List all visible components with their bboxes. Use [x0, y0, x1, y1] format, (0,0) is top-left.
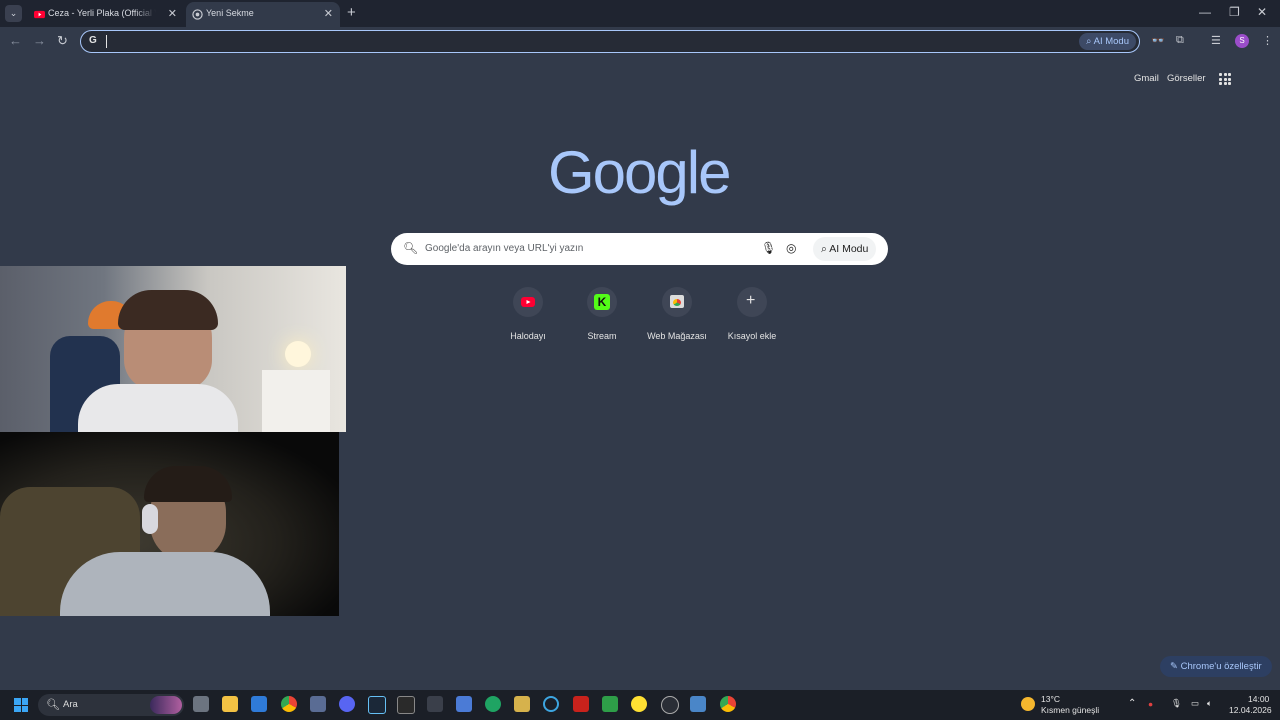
- weather-desc: Kısmen güneşli: [1041, 705, 1100, 715]
- microphone-icon[interactable]: 🎙︎: [761, 241, 776, 255]
- shortcut-label: Stream: [587, 331, 617, 341]
- restore-icon[interactable]: ❐: [1229, 5, 1240, 19]
- shortcut-stream[interactable]: K Stream: [567, 287, 637, 341]
- omnibox-ai-mode-button[interactable]: ⌕ AI Modu: [1079, 33, 1136, 50]
- steam-icon[interactable]: [368, 696, 386, 714]
- tab-search-chevron-icon[interactable]: ⌄: [5, 5, 22, 22]
- tab-close-icon[interactable]: ✕: [168, 7, 177, 20]
- search-highlight-art-icon: [150, 696, 182, 714]
- shortcut-icon-circle: K: [587, 287, 617, 317]
- tray-app-icon[interactable]: ●: [1148, 699, 1153, 709]
- taskbar-search-label: Ara: [63, 699, 78, 710]
- address-bar[interactable]: G ⌕ AI Modu: [80, 30, 1140, 53]
- search-icon: 🔍︎: [46, 699, 60, 711]
- new-tab-plus-icon[interactable]: +: [347, 4, 356, 21]
- weather-temp: 13°C: [1041, 694, 1060, 704]
- back-arrow-icon[interactable]: ←: [9, 33, 22, 48]
- app-icon[interactable]: [631, 696, 647, 712]
- webcam-overlay-bottom: [0, 432, 339, 616]
- network-icon[interactable]: ▭: [1191, 698, 1199, 709]
- shortcut-icon-circle: [662, 287, 692, 317]
- web-store-icon: [670, 295, 684, 308]
- more-menu-icon[interactable]: ⋮: [1262, 34, 1273, 47]
- search-icon: 🔍︎: [403, 241, 419, 255]
- forward-arrow-icon[interactable]: →: [33, 33, 46, 48]
- file-explorer-icon[interactable]: [222, 696, 238, 712]
- ai-mode-sparkle-icon: ⌕: [1086, 36, 1092, 47]
- incognito-glasses-icon[interactable]: 👓: [1151, 34, 1165, 47]
- weather-sun-icon: [1021, 697, 1035, 711]
- app-icon[interactable]: [690, 696, 706, 712]
- google-logo: Google: [548, 139, 731, 206]
- images-link[interactable]: Görseller: [1167, 73, 1206, 84]
- search-ai-mode-button[interactable]: ⌕ AI Modu: [813, 237, 877, 261]
- microphone-icon[interactable]: 🎙︎: [1171, 698, 1182, 709]
- shortcut-icon-circle: [513, 287, 543, 317]
- chrome-favicon-icon: [192, 9, 203, 20]
- youtube-favicon-icon: [34, 10, 45, 19]
- taskbar-search[interactable]: 🔍︎ Ara: [38, 694, 184, 716]
- window-close-icon[interactable]: ✕: [1257, 5, 1267, 19]
- pdf-icon[interactable]: [573, 696, 589, 712]
- shortcut-label: Halodayı: [510, 331, 546, 341]
- media-controls-icon[interactable]: ☰: [1211, 34, 1221, 47]
- tab-title: Ceza - Yerli Plaka (Official Video): [48, 8, 156, 18]
- gmail-link[interactable]: Gmail: [1134, 73, 1159, 84]
- video-editor-icon[interactable]: [427, 696, 443, 712]
- extensions-puzzle-icon[interactable]: ⧉: [1176, 34, 1184, 47]
- clock-time[interactable]: 14:00: [1248, 694, 1269, 704]
- chrome-profile-icon[interactable]: [720, 696, 736, 712]
- profile-avatar[interactable]: S: [1235, 34, 1249, 48]
- microsoft-store-icon[interactable]: [251, 696, 267, 712]
- google-g-icon: G: [89, 35, 97, 46]
- search-box[interactable]: 🔍︎ Google'da arayın veya URL'yi yazın 🎙︎…: [391, 233, 888, 265]
- tab-new-tab[interactable]: Yeni Sekme ✕: [186, 2, 340, 27]
- pencil-icon: ✎: [1170, 661, 1178, 672]
- app-icon[interactable]: [456, 696, 472, 712]
- customize-chrome-label: Chrome'u özelleştir: [1180, 661, 1262, 672]
- kick-logo-icon: K: [594, 294, 610, 310]
- search-placeholder: Google'da arayın veya URL'yi yazın: [425, 243, 584, 254]
- discord-icon[interactable]: [339, 696, 355, 712]
- search-ai-mode-label: AI Modu: [829, 243, 869, 255]
- webcam-overlay-top: [0, 266, 346, 432]
- shortcut-icon-circle: +: [737, 287, 767, 317]
- text-caret: [106, 35, 107, 48]
- clock-date[interactable]: 12.04.2026: [1229, 705, 1272, 715]
- shortcut-label: Kısayol ekle: [727, 331, 777, 341]
- folder-icon[interactable]: [514, 696, 530, 712]
- minimize-icon[interactable]: —: [1199, 5, 1211, 19]
- add-plus-icon: +: [746, 292, 756, 309]
- task-view-icon[interactable]: [193, 696, 209, 712]
- chrome-icon[interactable]: [281, 696, 297, 712]
- epic-games-icon[interactable]: [397, 696, 415, 714]
- xbox-icon[interactable]: [485, 696, 501, 712]
- shortcut-label: Web Mağazası: [647, 331, 707, 341]
- google-lens-icon[interactable]: ◎: [786, 241, 796, 255]
- youtube-icon: [521, 297, 535, 307]
- browser-toolbar: ← → ↻ G ⌕ AI Modu 👓 ⧉ ☰ ⋮: [0, 27, 1280, 56]
- omnibox-ai-mode-label: AI Modu: [1093, 36, 1129, 47]
- tray-chevron-icon[interactable]: ⌃: [1128, 698, 1136, 709]
- tab-title: Yeni Sekme: [206, 8, 254, 18]
- shortcut-add[interactable]: + Kısayol ekle: [717, 287, 787, 341]
- windows-start-icon[interactable]: [14, 698, 28, 712]
- app-icon[interactable]: [310, 696, 326, 712]
- ccleaner-icon[interactable]: [543, 696, 559, 712]
- shortcut-web-store[interactable]: Web Mağazası: [642, 287, 712, 341]
- tab-close-icon[interactable]: ✕: [324, 7, 333, 20]
- google-apps-grid-icon[interactable]: [1219, 73, 1231, 85]
- reload-icon[interactable]: ↻: [57, 33, 68, 49]
- shortcut-halodayi[interactable]: Halodayı: [493, 287, 563, 341]
- ai-mode-sparkle-icon: ⌕: [821, 243, 827, 255]
- volume-icon[interactable]: 🔈︎: [1207, 698, 1212, 709]
- customize-chrome-button[interactable]: ✎ Chrome'u özelleştir: [1160, 656, 1272, 677]
- tab-youtube-video[interactable]: Ceza - Yerli Plaka (Official Video) ✕: [28, 2, 184, 27]
- notepad-icon[interactable]: [602, 696, 618, 712]
- tab-strip: ⌄ Ceza - Yerli Plaka (Official Video) ✕ …: [0, 0, 1280, 27]
- obs-icon[interactable]: [661, 696, 679, 714]
